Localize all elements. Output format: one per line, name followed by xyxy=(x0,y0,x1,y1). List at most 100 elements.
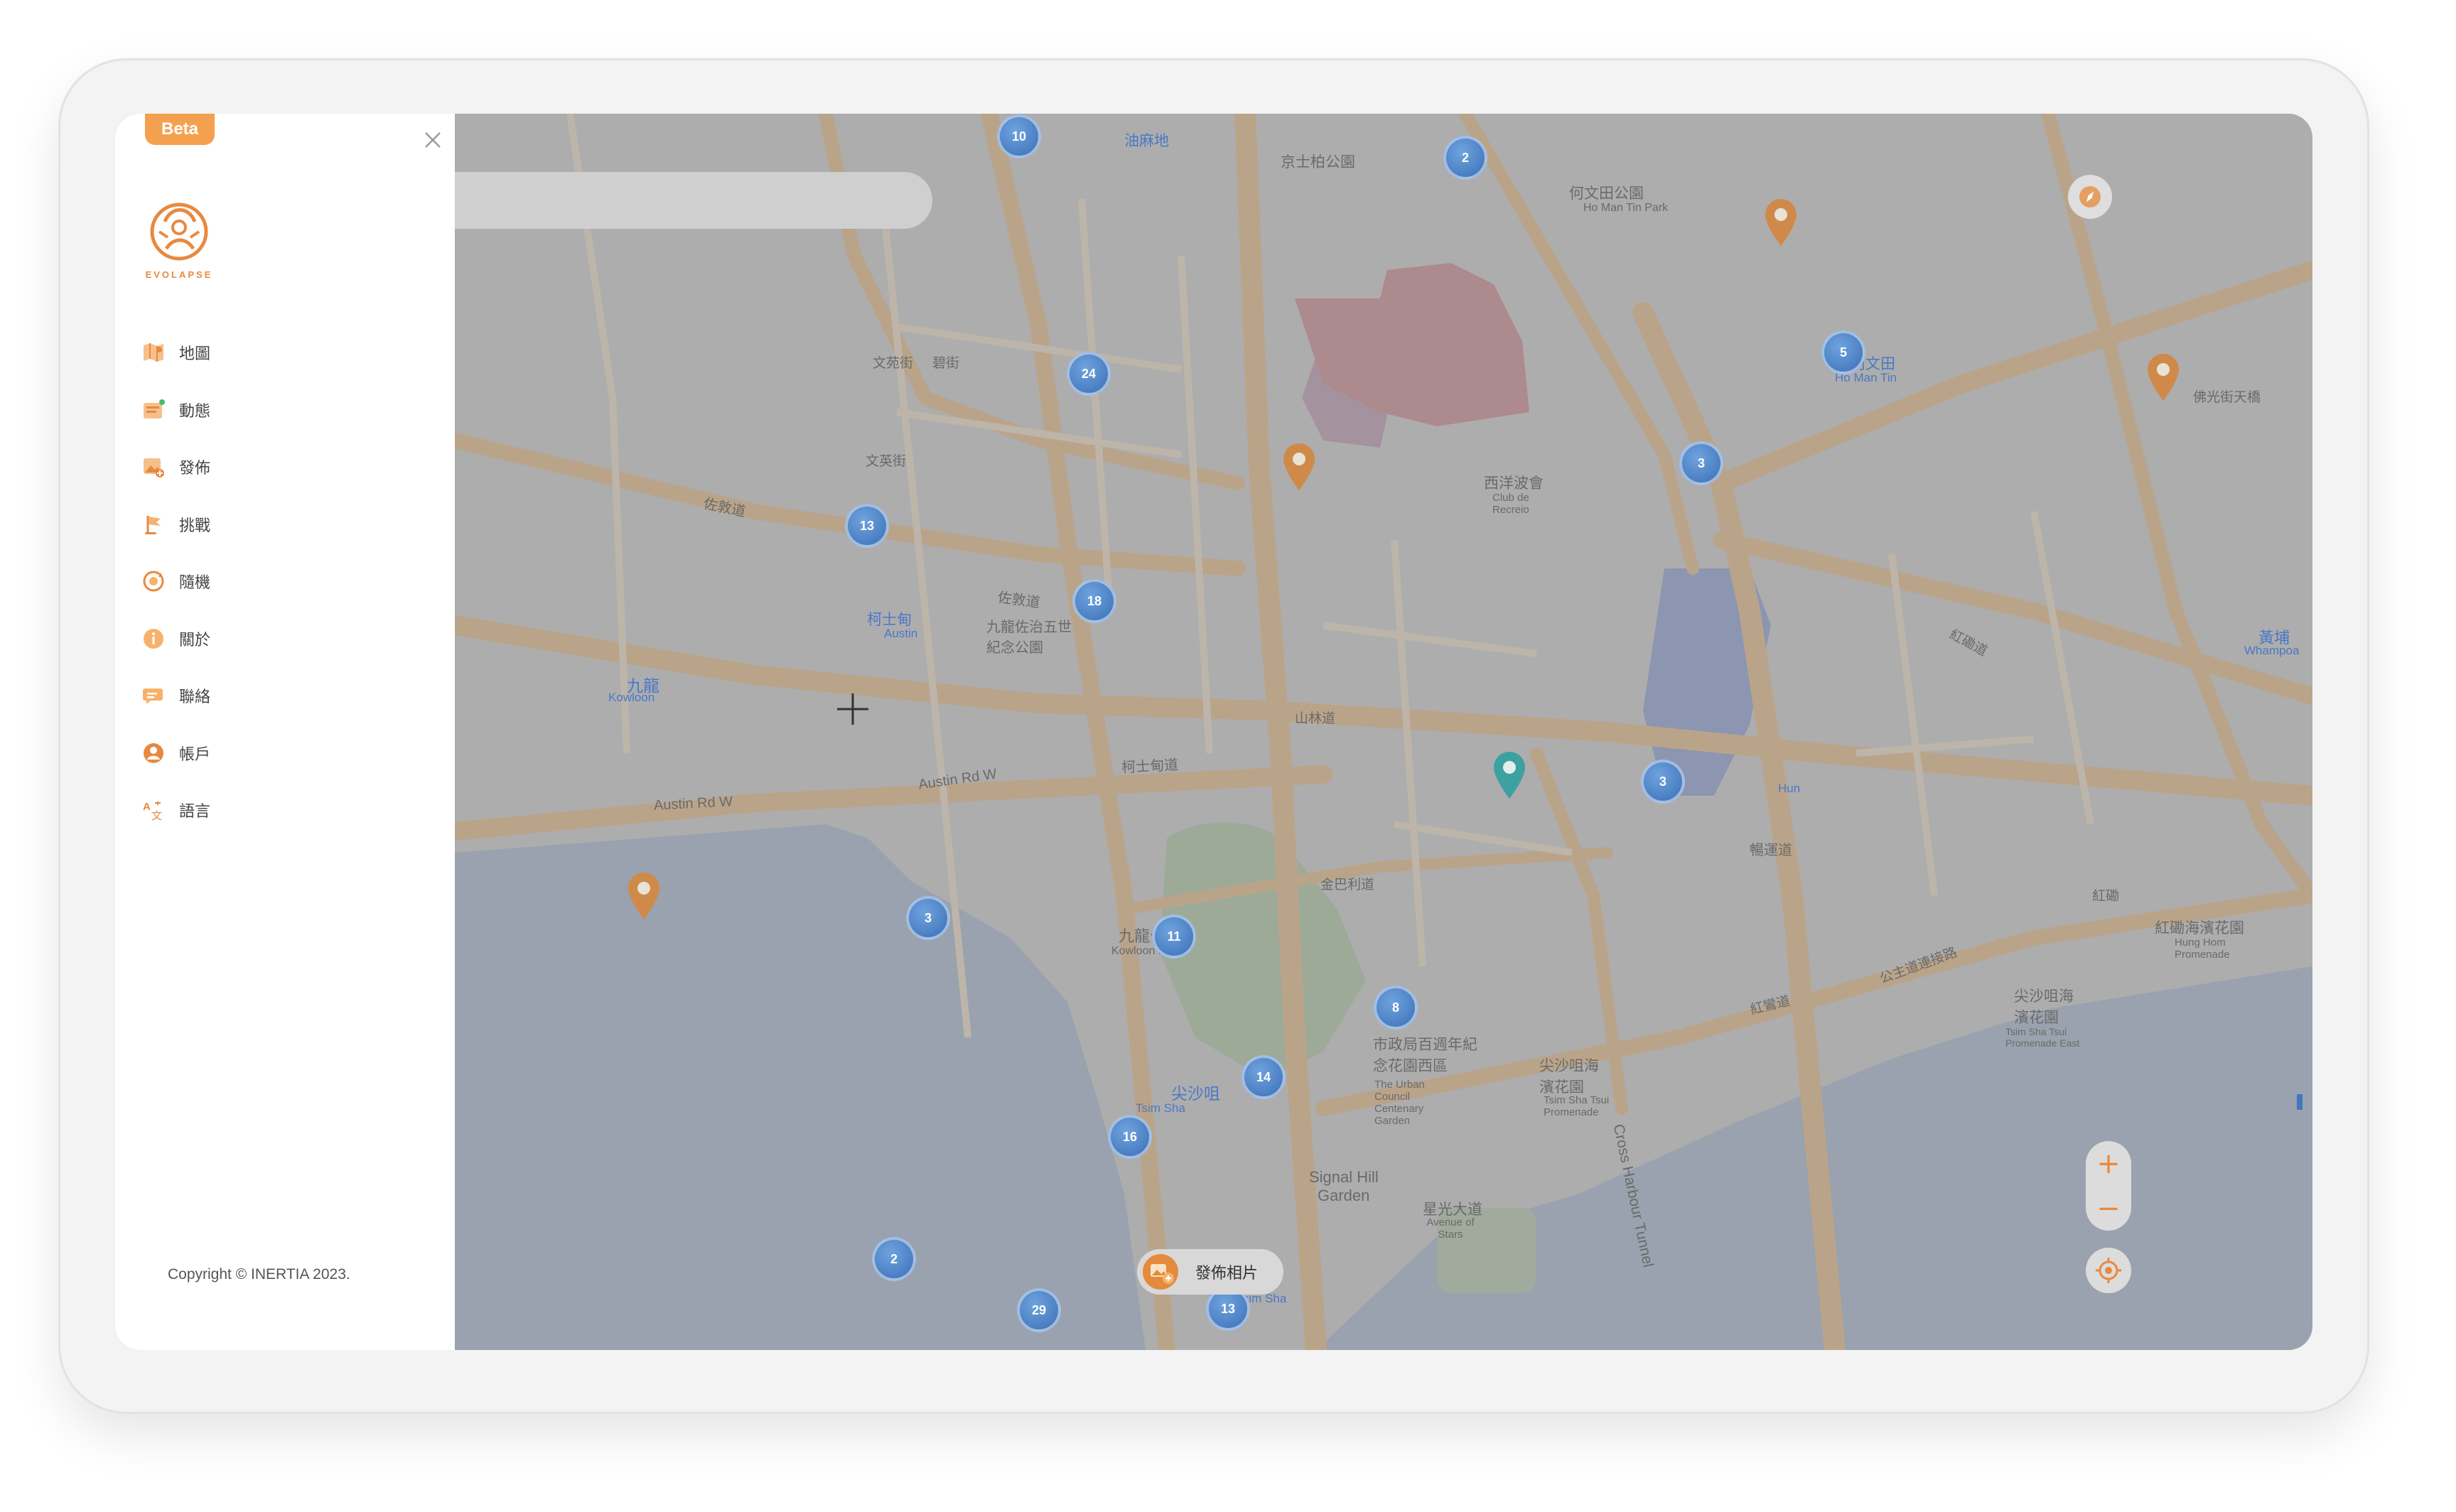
sidebar-item-label: 語言 xyxy=(179,802,211,821)
photo-cluster[interactable]: 24 xyxy=(1067,352,1111,396)
sidebar-item-label: 發佈 xyxy=(179,459,211,477)
map-label: 尖沙咀海濱花園 xyxy=(1539,1058,1599,1096)
app-logo[interactable]: EVOLAPSE xyxy=(145,193,213,286)
map-label: 京士柏公園 xyxy=(1281,154,1355,171)
photo-pin-icon[interactable] xyxy=(2145,352,2182,402)
map-label: Garden xyxy=(1318,1187,1370,1204)
photo-cluster[interactable]: 18 xyxy=(1072,579,1116,623)
app-screen: 京士柏公園 何文田公園 Ho Man Tin Park 何文田 Ho Man T… xyxy=(115,114,2312,1350)
map-label: 文苑街 xyxy=(873,356,914,371)
photo-cluster[interactable]: 3 xyxy=(906,896,950,940)
photo-cluster[interactable]: 16 xyxy=(1108,1115,1152,1159)
map-label: Austin xyxy=(884,627,918,640)
map-icon xyxy=(142,341,165,364)
photo-cluster[interactable]: 2 xyxy=(872,1237,916,1281)
map-label: Avenue of Stars xyxy=(1426,1216,1475,1241)
photo-cluster[interactable]: 13 xyxy=(845,504,889,548)
map-label: 紅磡 xyxy=(2092,889,2120,904)
map-label: Ho Man Tin Park xyxy=(1583,202,1669,214)
map-label: 柯士甸道 xyxy=(1121,757,1179,777)
post-photo-label: 發佈相片 xyxy=(1195,1264,1259,1282)
language-icon: A文 xyxy=(142,799,165,822)
zoom-in-button[interactable]: + xyxy=(2086,1141,2131,1186)
sidebar-item-label: 帳戶 xyxy=(179,745,211,763)
upload-photo-icon xyxy=(142,455,165,478)
beta-badge: Beta xyxy=(145,114,215,145)
copyright-text: Copyright © INERTIA 2023. xyxy=(168,1266,350,1282)
map-label: 紅磡海濱花園 xyxy=(2155,920,2244,936)
photo-cluster[interactable]: 5 xyxy=(1821,330,1865,374)
map-label: 尖沙咀 xyxy=(1171,1084,1220,1103)
sidebar-item-contact[interactable]: 聯絡 xyxy=(142,667,210,725)
post-photo-button[interactable]: 發佈相片 xyxy=(1137,1249,1283,1295)
map-label: 尖沙咀海濱花園 xyxy=(2014,988,2074,1026)
upload-photo-icon xyxy=(1143,1254,1178,1290)
map-label: Tsim Sha Tsui Promenade East xyxy=(2005,1026,2080,1049)
crosshair-icon xyxy=(836,692,870,726)
map-label: Tsim Sha Tsui Promenade xyxy=(1544,1094,1610,1118)
photo-cluster[interactable]: 11 xyxy=(1152,914,1196,958)
sidebar: Beta EVOLAPSE 地圖 動態 發佈 挑戰 隨機 關於 聯絡 帳戶 A … xyxy=(115,114,455,1350)
sidebar-item-account[interactable]: 帳戶 xyxy=(142,725,210,782)
map-search-bar[interactable] xyxy=(421,172,932,229)
zoom-controls: + − xyxy=(2086,1141,2131,1231)
target-icon xyxy=(2096,1258,2121,1283)
locate-me-button[interactable] xyxy=(2086,1248,2131,1293)
sidebar-item-label: 地圖 xyxy=(179,345,211,363)
photo-cluster[interactable]: 3 xyxy=(1641,760,1685,804)
map-label: 文英街 xyxy=(866,454,907,469)
photo-cluster[interactable]: 2 xyxy=(1443,136,1487,180)
svg-text:文: 文 xyxy=(151,809,162,821)
photo-cluster[interactable]: 29 xyxy=(1017,1288,1061,1332)
sidebar-item-label: 聯絡 xyxy=(179,688,211,706)
compass-button[interactable] xyxy=(2068,175,2112,219)
map-label: 山林道 xyxy=(1295,711,1336,726)
selected-pin-icon[interactable] xyxy=(1491,750,1528,800)
sidebar-item-label: 關於 xyxy=(179,630,211,649)
map-label: Hung Hom Promenade xyxy=(2175,936,2230,961)
photo-pin-icon[interactable] xyxy=(1762,198,1799,247)
map-label: Whampoa xyxy=(2244,644,2300,657)
sidebar-nav: 地圖 動態 發佈 挑戰 隨機 關於 聯絡 帳戶 A 文 語言 xyxy=(142,324,210,839)
photo-pin-icon[interactable] xyxy=(1281,442,1318,492)
map-label: The Urban Council Centenary Garden xyxy=(1374,1079,1425,1127)
map-label: 佛光街天橋 xyxy=(2193,390,2261,405)
map-label: 市政局百週年紀念花園西區 xyxy=(1373,1037,1477,1074)
map-label: 金巴利道 xyxy=(1320,878,1375,892)
flag-icon xyxy=(142,513,165,536)
logo-icon xyxy=(150,202,208,261)
feed-icon xyxy=(142,399,165,421)
close-icon[interactable] xyxy=(421,128,445,152)
map-label: Hun xyxy=(1778,782,1801,795)
map-label: Club de Recreio xyxy=(1492,492,1529,516)
map-label: Signal Hill xyxy=(1309,1168,1379,1186)
sidebar-item-label: 挑戰 xyxy=(179,516,211,534)
info-icon xyxy=(142,627,165,650)
sidebar-item-feed[interactable]: 動態 xyxy=(142,382,210,439)
map-label: Tsim Sha xyxy=(1136,1101,1185,1115)
photo-cluster[interactable]: 14 xyxy=(1242,1055,1286,1099)
sidebar-item-map[interactable]: 地圖 xyxy=(142,324,210,382)
map-label: 九龍佐治五世紀念公園 xyxy=(986,620,1072,656)
photo-cluster[interactable]: 8 xyxy=(1374,986,1418,1030)
sidebar-item-challenge[interactable]: 挑戰 xyxy=(142,496,210,554)
map-label: 油麻地 xyxy=(1124,133,1169,149)
map-label: Kowloon xyxy=(608,691,655,704)
sidebar-item-label: 動態 xyxy=(179,401,211,420)
sidebar-item-post[interactable]: 發佈 xyxy=(142,438,210,496)
sidebar-item-about[interactable]: 關於 xyxy=(142,610,210,668)
map-label: 碧街 xyxy=(932,356,960,371)
zoom-out-button[interactable]: − xyxy=(2086,1186,2131,1231)
chat-icon xyxy=(142,684,165,707)
sidebar-item-label: 隨機 xyxy=(179,573,211,592)
svg-text:A: A xyxy=(143,801,151,813)
logo-text: EVOLAPSE xyxy=(145,269,213,280)
compass-icon xyxy=(2079,186,2101,207)
photo-pin-icon[interactable] xyxy=(625,871,662,921)
account-icon xyxy=(142,742,165,765)
photo-cluster[interactable]: 10 xyxy=(997,114,1041,158)
map-label: 何文田公園 xyxy=(1569,185,1644,202)
photo-cluster[interactable]: 3 xyxy=(1679,441,1723,485)
sidebar-item-random[interactable]: 隨機 xyxy=(142,553,210,610)
sidebar-item-language[interactable]: A文 語言 xyxy=(142,782,210,839)
